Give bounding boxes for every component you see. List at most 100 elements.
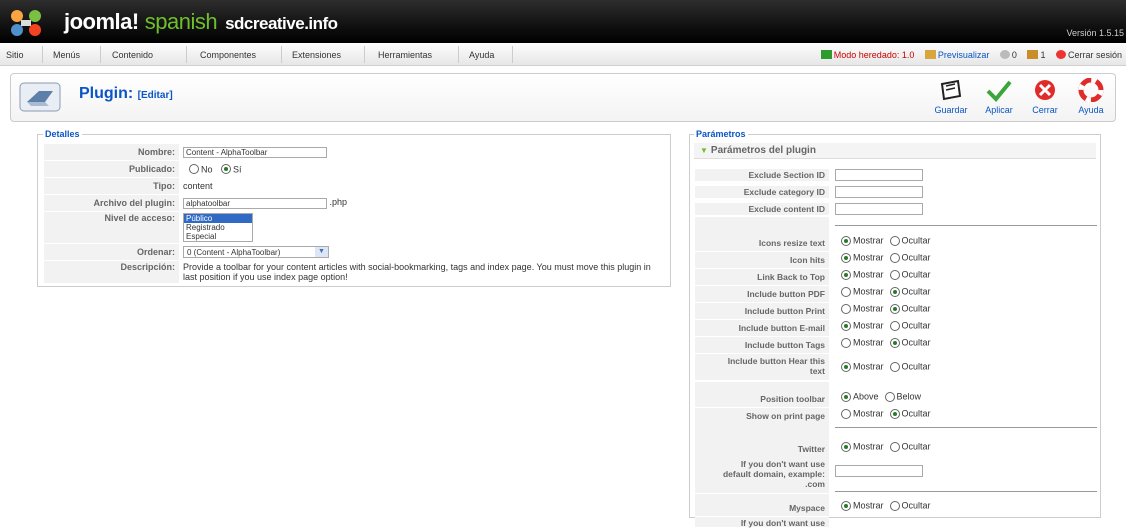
- name-input[interactable]: Content - AlphaToolbar: [183, 146, 327, 158]
- menu-separator: [364, 46, 365, 63]
- menu-menus[interactable]: Menús: [53, 50, 80, 60]
- brand-name: joomla!: [64, 9, 139, 34]
- description-label: Descripción:: [44, 261, 179, 283]
- access-option-registered[interactable]: Registrado: [184, 223, 252, 232]
- menu-separator: [458, 46, 459, 63]
- separator-line: [835, 225, 1097, 226]
- save-button[interactable]: Guardar: [929, 78, 973, 115]
- twitter-domain-label: If you don't want use default domain, exa…: [695, 457, 829, 493]
- exclude-category-input[interactable]: [835, 186, 923, 198]
- myspace-hide-radio[interactable]: [889, 500, 900, 511]
- file-input[interactable]: alphatoolbar: [183, 197, 327, 209]
- position-below-radio[interactable]: [884, 391, 895, 402]
- logout-link[interactable]: Cerrar sesión: [1068, 50, 1122, 60]
- show-print-show-radio[interactable]: [841, 408, 851, 419]
- menu-separator: [512, 46, 513, 63]
- published-no-radio[interactable]: [189, 164, 199, 175]
- site-name: sdcreative.info: [225, 14, 338, 33]
- icon-hits-hide-radio[interactable]: [889, 252, 900, 263]
- show-label: Mostrar: [853, 252, 884, 263]
- above-label: Above: [853, 391, 879, 402]
- position-above-radio[interactable]: [841, 391, 851, 402]
- button-hear-show-radio[interactable]: [841, 361, 851, 372]
- link-back-show-radio[interactable]: [841, 269, 851, 280]
- icons-resize-show-radio[interactable]: [841, 235, 851, 246]
- link-back-hide-radio[interactable]: [889, 269, 900, 280]
- help-button[interactable]: Ayuda: [1069, 78, 1113, 115]
- button-print-show-radio[interactable]: [841, 303, 851, 314]
- name-label: Nombre:: [44, 144, 179, 160]
- menu-extensiones[interactable]: Extensiones: [292, 50, 341, 60]
- preview-link[interactable]: Previsualizar: [938, 50, 990, 60]
- help-label: Ayuda: [1078, 105, 1104, 115]
- myspace-label: Myspace: [695, 500, 829, 516]
- hide-label: Ocultar: [901, 286, 931, 297]
- show-label: Mostrar: [853, 408, 884, 419]
- button-email-hide-radio[interactable]: [889, 320, 900, 331]
- myspace-show-radio[interactable]: [841, 500, 851, 511]
- file-extension: .php: [329, 197, 348, 208]
- show-print-hide-radio[interactable]: [889, 408, 900, 419]
- show-label: Mostrar: [853, 500, 884, 511]
- icon-hits-label: Icon hits: [695, 252, 829, 268]
- exclude-content-label: Exclude content ID: [695, 203, 829, 215]
- hide-label: Ocultar: [901, 303, 931, 314]
- button-tags-hide-radio[interactable]: [889, 337, 900, 348]
- menu-contenido[interactable]: Contenido: [112, 50, 153, 60]
- show-label: Mostrar: [853, 235, 884, 246]
- file-label: Archivo del plugin:: [44, 195, 179, 211]
- exclude-section-input[interactable]: [835, 169, 923, 181]
- button-email-label: Include button E-mail: [695, 320, 829, 336]
- order-select[interactable]: 0 (Content - AlphaToolbar) ▼: [183, 246, 329, 258]
- close-button[interactable]: Cerrar: [1023, 78, 1067, 115]
- hide-label: Ocultar: [901, 235, 931, 246]
- twitter-domain-line3: .com: [805, 479, 825, 489]
- exclude-category-label: Exclude category ID: [695, 186, 829, 198]
- button-hear-hide-radio[interactable]: [889, 361, 900, 372]
- show-label: Mostrar: [853, 320, 884, 331]
- apply-button[interactable]: Aplicar: [977, 78, 1021, 115]
- access-option-public[interactable]: Público: [184, 214, 252, 223]
- menu-herramientas[interactable]: Herramientas: [378, 50, 432, 60]
- button-pdf-show-radio[interactable]: [841, 286, 851, 297]
- icon-hits-show-radio[interactable]: [841, 252, 851, 263]
- hide-label: Ocultar: [901, 337, 931, 348]
- joomla-logo-icon: [11, 10, 41, 36]
- published-yes-radio[interactable]: [221, 164, 232, 175]
- button-print-hide-radio[interactable]: [889, 303, 900, 314]
- published-no-label: No: [201, 164, 213, 175]
- expand-triangle-icon: ▼: [700, 146, 708, 155]
- menu-componentes[interactable]: Componentes: [200, 50, 256, 60]
- preview-icon: [924, 50, 936, 60]
- show-label: Mostrar: [853, 286, 884, 297]
- access-listbox[interactable]: Público Registrado Especial: [183, 213, 253, 242]
- twitter-domain-input[interactable]: [835, 465, 923, 477]
- parameters-fieldset: Parámetros ▼ Parámetros del plugin Exclud…: [689, 129, 1101, 528]
- apply-label: Aplicar: [985, 105, 1013, 115]
- main-menu-bar: Sitio Menús Contenido Componentes Extens…: [0, 43, 1126, 66]
- order-label: Ordenar:: [44, 244, 179, 260]
- lifebuoy-icon: [1078, 78, 1104, 102]
- icons-resize-hide-radio[interactable]: [889, 235, 900, 246]
- access-label: Nivel de acceso:: [44, 212, 179, 243]
- twitter-show-radio[interactable]: [841, 441, 851, 452]
- button-tags-show-radio[interactable]: [841, 337, 851, 348]
- show-print-label: Show on print page: [695, 408, 829, 424]
- show-label: Mostrar: [853, 303, 884, 314]
- page-title: Plugin: [Editar]: [79, 85, 173, 103]
- save-icon: [940, 79, 962, 101]
- plugin-params-header[interactable]: ▼ Parámetros del plugin: [694, 143, 1096, 159]
- twitter-hide-radio[interactable]: [889, 441, 900, 452]
- menu-separator: [42, 46, 43, 63]
- access-option-special[interactable]: Especial: [184, 232, 252, 241]
- button-pdf-hide-radio[interactable]: [889, 286, 900, 297]
- hide-label: Ocultar: [901, 269, 931, 280]
- menu-sitio[interactable]: Sitio: [6, 50, 24, 60]
- hide-label: Ocultar: [901, 320, 931, 331]
- menu-ayuda[interactable]: Ayuda: [469, 50, 494, 60]
- button-pdf-label: Include button PDF: [695, 286, 829, 302]
- exclude-content-input[interactable]: [835, 203, 923, 215]
- button-hear-label-line2: text: [809, 366, 825, 376]
- hide-label: Ocultar: [901, 500, 931, 511]
- button-email-show-radio[interactable]: [841, 320, 851, 331]
